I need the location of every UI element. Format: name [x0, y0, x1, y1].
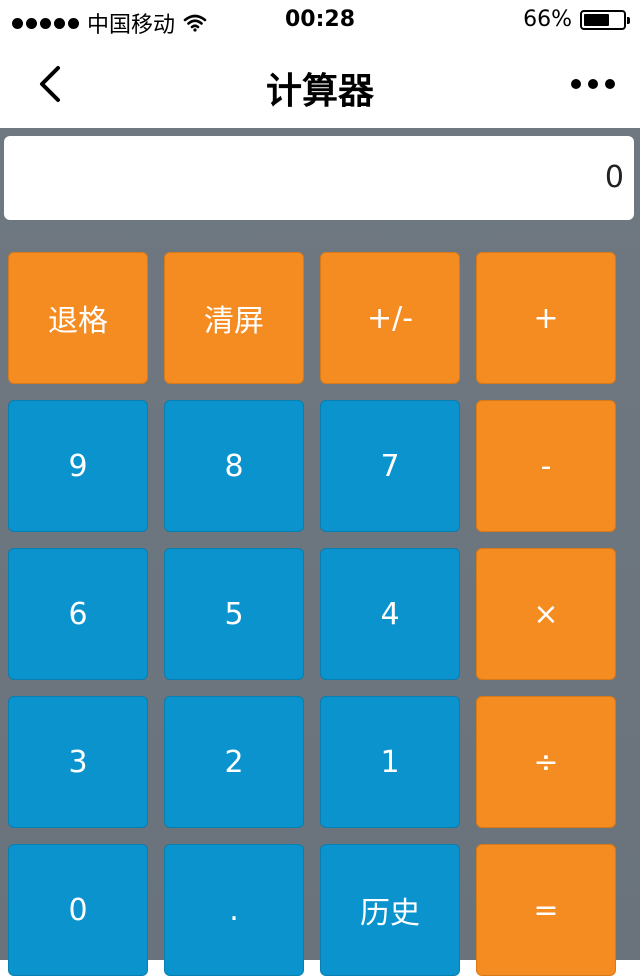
digit-0-button[interactable]: 0 [8, 844, 148, 976]
plus-button[interactable]: + [476, 252, 616, 384]
battery-icon [580, 9, 630, 30]
digit-4-button[interactable]: 4 [320, 548, 460, 680]
nav-bar: 计算器 [0, 40, 640, 128]
clear-button[interactable]: 清屏 [164, 252, 304, 384]
multiply-button[interactable]: × [476, 548, 616, 680]
calculator-panel: 0 退格 清屏 +/- +9 8 7- 6 5 4 × 3 2 1 ÷ 0. 历史 = [0, 128, 640, 976]
negate-button[interactable]: +/- [320, 252, 460, 384]
digit-1-button[interactable]: 1 [320, 696, 460, 828]
status-bar: 中国移动 00:28 66% [0, 0, 640, 40]
divide-button[interactable]: ÷ [476, 696, 616, 828]
page-title: 计算器 [265, 71, 374, 112]
more-options-icon[interactable] [568, 66, 618, 102]
calculator-display: 0 [4, 136, 634, 220]
equals-button[interactable]: = [476, 844, 616, 976]
decimal-button[interactable]: . [164, 844, 304, 976]
digit-5-button[interactable]: 5 [164, 548, 304, 680]
digit-6-button[interactable]: 6 [8, 548, 148, 680]
backspace-button[interactable]: 退格 [8, 252, 148, 384]
digit-8-button[interactable]: 8 [164, 400, 304, 532]
digit-3-button[interactable]: 3 [8, 696, 148, 828]
history-button[interactable]: 历史 [320, 844, 460, 976]
minus-button[interactable]: - [476, 400, 616, 532]
digit-7-button[interactable]: 7 [320, 400, 460, 532]
digit-9-button[interactable]: 9 [8, 400, 148, 532]
status-right: 66% [523, 7, 630, 32]
battery-percent: 66% [523, 7, 572, 32]
digit-2-button[interactable]: 2 [164, 696, 304, 828]
